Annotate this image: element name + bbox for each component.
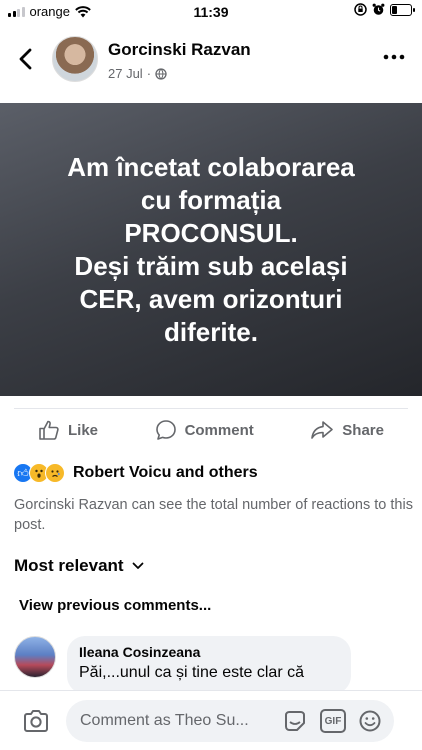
action-bar: Like Comment Share — [14, 408, 408, 451]
comment-bubble-icon — [155, 420, 176, 440]
composer-icons: GIF — [282, 709, 382, 733]
alarm-clock-icon — [372, 3, 385, 15]
back-arrow-icon[interactable] — [14, 46, 38, 72]
comment-label: Comment — [184, 421, 254, 439]
reactions-summary-text: Robert Voicu and others — [73, 464, 258, 481]
more-options-icon[interactable] — [382, 50, 406, 64]
post-header: Gorcinski Razvan 27 Jul · — [0, 30, 422, 90]
post-text: Am încetat colaborarea cu formația PROCO… — [67, 151, 355, 347]
globe-icon — [155, 67, 167, 80]
comment-sort-dropdown[interactable]: Most relevant — [14, 556, 144, 576]
status-bar: orange 11:39 — [0, 0, 422, 24]
author-avatar[interactable] — [52, 36, 98, 82]
post-date[interactable]: 27 Jul — [108, 66, 143, 81]
battery-fill — [392, 5, 397, 14]
reaction-visibility-note: Gorcinski Razvan can see the total numbe… — [14, 497, 413, 533]
sort-label: Most relevant — [14, 556, 124, 575]
status-right — [354, 3, 415, 16]
comment-button[interactable]: Comment — [155, 419, 254, 441]
camera-icon[interactable] — [22, 709, 50, 733]
commenter-name[interactable]: Ileana Cosinzeana — [79, 644, 339, 660]
sticker-icon[interactable] — [282, 709, 308, 733]
comment-composer: GIF — [0, 690, 422, 750]
comment-bubble[interactable]: Ileana Cosinzeana Păi,...unul ca și tine… — [67, 636, 351, 694]
reaction-icons: 👍︎ — [13, 463, 65, 483]
author-name[interactable]: Gorcinski Razvan — [108, 40, 251, 60]
orientation-lock-icon — [354, 3, 367, 16]
share-label: Share — [342, 421, 384, 439]
emoji-icon[interactable] — [358, 709, 382, 733]
like-label: Like — [68, 421, 99, 439]
gif-button[interactable]: GIF — [320, 709, 346, 733]
post-image[interactable]: Am încetat colaborarea cu formația PROCO… — [0, 103, 422, 396]
meta-separator: · — [146, 66, 152, 81]
comment-text: Păi,...unul ca și tine este clar că — [79, 664, 304, 681]
chevron-down-icon — [132, 562, 143, 569]
commenter-avatar[interactable] — [14, 636, 56, 678]
post-meta: 27 Jul · — [108, 66, 167, 81]
like-button[interactable]: Like — [38, 419, 98, 441]
share-arrow-icon — [311, 421, 334, 439]
sad-icon — [45, 463, 65, 483]
share-button[interactable]: Share — [310, 419, 384, 441]
thumbs-up-icon — [39, 420, 59, 440]
reactions-summary[interactable]: 👍︎ Robert Voicu and others — [13, 463, 258, 483]
battery-icon — [390, 3, 415, 16]
view-previous-comments-link[interactable]: View previous comments... — [19, 597, 211, 614]
